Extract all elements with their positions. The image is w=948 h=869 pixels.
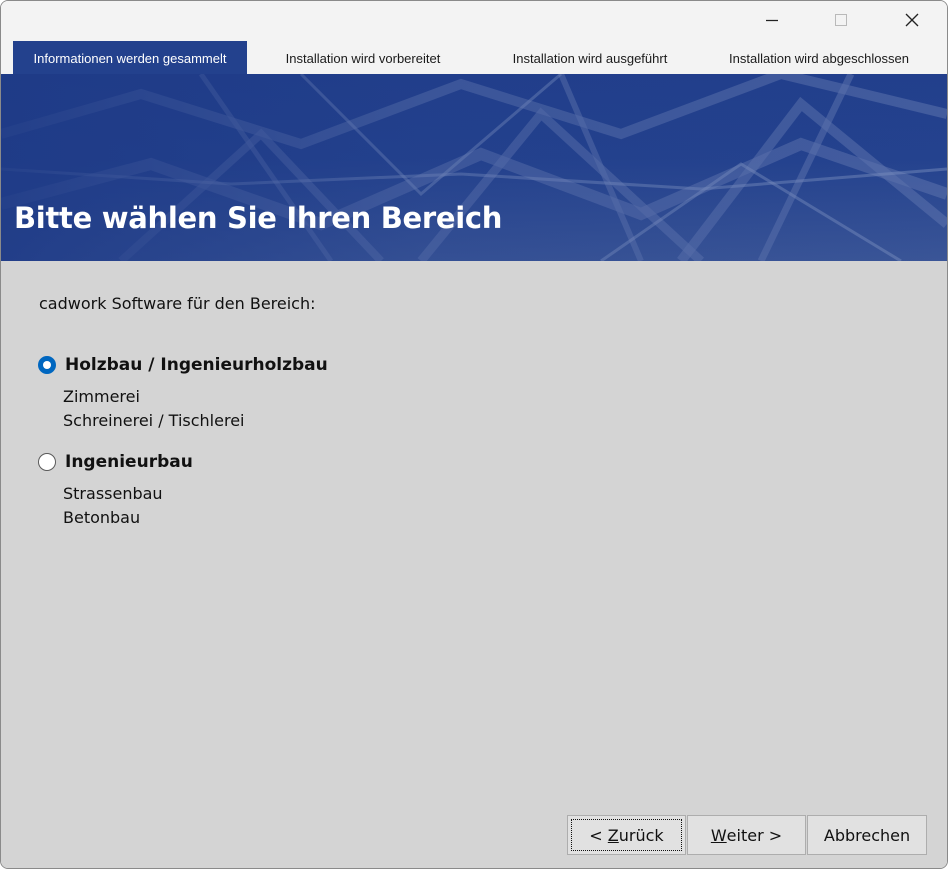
- step-installing: Installation wird ausgeführt: [483, 41, 697, 75]
- step-finishing: Installation wird abgeschlossen: [706, 41, 932, 75]
- option-item: Betonbau: [63, 508, 141, 527]
- radio-button-unselected[interactable]: [38, 453, 56, 471]
- maximize-button: [818, 1, 864, 39]
- close-button[interactable]: [889, 1, 935, 39]
- minimize-button[interactable]: [749, 1, 795, 39]
- radio-option-ingenieurbau[interactable]: Ingenieurbau: [38, 452, 193, 472]
- title-bar: [1, 1, 947, 41]
- back-button-label: urück: [618, 825, 664, 845]
- back-button-mnemonic: Z: [607, 825, 619, 845]
- next-button-mnemonic: W: [710, 825, 727, 845]
- option-description: Strassenbau Betonbau: [63, 482, 163, 530]
- maximize-icon: [835, 14, 847, 26]
- page-title: Bitte wählen Sie Ihren Bereich: [14, 201, 503, 235]
- back-button[interactable]: < Zurück: [567, 815, 686, 855]
- cancel-button-label: Abbrechen: [823, 825, 911, 845]
- option-item: Schreinerei / Tischlerei: [63, 411, 245, 430]
- main-content: cadwork Software für den Bereich: Holzba…: [1, 261, 947, 868]
- installer-window: Informationen werden gesammelt Installat…: [0, 0, 948, 869]
- radio-option-holzbau[interactable]: Holzbau / Ingenieurholzbau: [38, 355, 328, 375]
- step-preparing: Installation wird vorbereitet: [255, 41, 471, 75]
- option-item: Strassenbau: [63, 484, 163, 503]
- minimize-icon: [766, 19, 778, 22]
- option-item: Zimmerei: [63, 387, 140, 406]
- installation-steps: Informationen werden gesammelt Installat…: [1, 41, 947, 75]
- back-button-prefix: <: [589, 825, 608, 845]
- intro-text: cadwork Software für den Bereich:: [39, 294, 316, 313]
- radio-button-selected[interactable]: [38, 356, 56, 374]
- cancel-button[interactable]: Abbrechen: [807, 815, 927, 855]
- close-icon: [905, 13, 919, 27]
- step-collecting-info: Informationen werden gesammelt: [13, 41, 247, 75]
- option-label: Ingenieurbau: [65, 452, 193, 472]
- next-button[interactable]: Weiter >: [687, 815, 806, 855]
- step-label: Installation wird ausgeführt: [512, 50, 668, 66]
- step-label: Installation wird vorbereitet: [285, 50, 441, 66]
- option-label: Holzbau / Ingenieurholzbau: [65, 355, 328, 375]
- step-label: Informationen werden gesammelt: [33, 50, 227, 66]
- next-button-label: eiter >: [726, 825, 783, 845]
- step-label: Installation wird abgeschlossen: [729, 50, 909, 66]
- option-description: Zimmerei Schreinerei / Tischlerei: [63, 385, 244, 433]
